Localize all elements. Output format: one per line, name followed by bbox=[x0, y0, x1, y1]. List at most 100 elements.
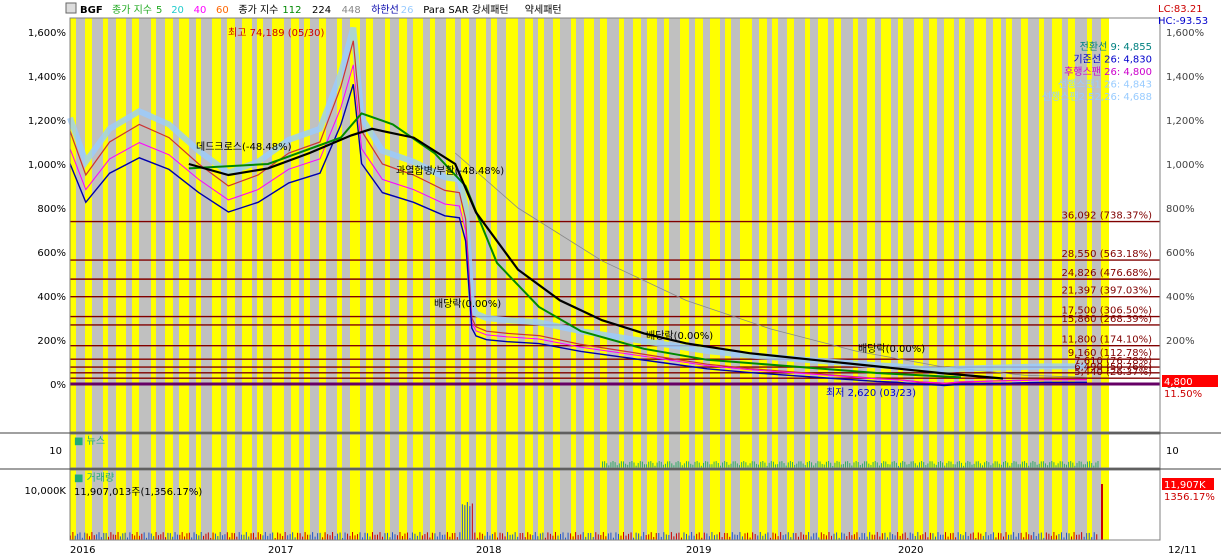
volume-bar bbox=[696, 533, 698, 540]
news-bar bbox=[975, 461, 977, 468]
volume-bar bbox=[663, 532, 665, 540]
volume-bar bbox=[461, 504, 463, 540]
volume-bar bbox=[914, 535, 916, 540]
volume-bar bbox=[952, 532, 954, 540]
news-bar bbox=[1024, 461, 1025, 468]
volume-bar bbox=[678, 532, 680, 540]
volume-bar bbox=[250, 533, 252, 540]
news-bar bbox=[610, 462, 612, 468]
volume-bar bbox=[752, 532, 754, 540]
ichimoku-readout: 선행스팬1 26: 4,843 bbox=[1058, 79, 1152, 91]
volume-bar bbox=[372, 532, 373, 540]
volume-bar bbox=[547, 532, 549, 540]
volume-bar bbox=[491, 533, 493, 540]
volume-bar bbox=[86, 533, 88, 540]
volume-bar bbox=[731, 532, 733, 540]
volume-bar bbox=[648, 534, 650, 540]
volume-bar bbox=[650, 532, 652, 540]
y-tick-label-left: 0% bbox=[50, 380, 66, 391]
news-bar bbox=[709, 464, 711, 468]
news-bar bbox=[853, 462, 855, 468]
news-bar bbox=[705, 461, 707, 468]
news-bar bbox=[800, 461, 802, 468]
volume-bar bbox=[169, 533, 171, 540]
volume-bar bbox=[575, 532, 577, 540]
volume-bar bbox=[367, 533, 369, 540]
news-bar bbox=[1045, 463, 1046, 468]
volume-bar bbox=[726, 533, 728, 540]
high-annotation: 최고 74,189 (05/30) bbox=[228, 27, 324, 39]
news-bar bbox=[1087, 461, 1088, 468]
volume-bar bbox=[864, 533, 866, 540]
news-bar bbox=[1015, 461, 1017, 468]
news-bar bbox=[745, 462, 747, 468]
volume-bar bbox=[357, 534, 359, 540]
volume-bar bbox=[570, 533, 572, 540]
volume-bar bbox=[386, 532, 388, 540]
volume-bar bbox=[514, 532, 516, 540]
volume-bar bbox=[257, 532, 259, 540]
volume-bar bbox=[153, 536, 155, 540]
volume-bar bbox=[617, 533, 619, 540]
volume-bar bbox=[379, 532, 381, 540]
volume-bar bbox=[940, 534, 941, 540]
news-bar bbox=[646, 464, 648, 468]
volume-bar bbox=[630, 532, 632, 540]
volume-bar bbox=[314, 536, 316, 540]
volume-bar bbox=[134, 535, 136, 540]
news-bar bbox=[722, 462, 724, 468]
y-tick-label-left: 600% bbox=[37, 248, 66, 259]
news-bar bbox=[998, 463, 1000, 468]
volume-bar bbox=[1078, 534, 1080, 540]
stock-chart[interactable]: 1,600% 1,600% 1,400% 1,400% 1,200% 1,200% 1,00… bbox=[0, 0, 1221, 559]
news-bar bbox=[612, 461, 614, 468]
news-bar bbox=[815, 463, 817, 468]
x-tick-label: 2019 bbox=[686, 545, 711, 556]
news-bar bbox=[910, 461, 912, 468]
volume-bar bbox=[1020, 532, 1022, 540]
news-bar bbox=[1097, 461, 1099, 468]
volume-bar bbox=[741, 536, 743, 540]
volume-bar bbox=[193, 532, 195, 540]
volume-bar bbox=[1073, 532, 1075, 540]
volume-bar bbox=[874, 534, 876, 540]
news-bar bbox=[671, 463, 673, 468]
volume-bar bbox=[879, 536, 881, 540]
gap-annotation: 과열합병/부활(-48.48%) bbox=[396, 164, 504, 177]
volume-bar bbox=[686, 533, 687, 540]
volume-bar bbox=[640, 536, 642, 540]
volume-bar bbox=[836, 532, 838, 540]
volume-bar bbox=[181, 532, 183, 540]
news-bar bbox=[891, 461, 893, 468]
volume-bar bbox=[734, 534, 736, 540]
news-bar bbox=[667, 461, 669, 468]
news-bar bbox=[730, 463, 732, 468]
news-bar bbox=[836, 461, 838, 468]
news-bar bbox=[1068, 461, 1070, 468]
volume-bar bbox=[214, 533, 216, 540]
volume-bar bbox=[504, 536, 506, 540]
news-bar bbox=[606, 463, 608, 468]
volume-bar bbox=[359, 532, 361, 540]
volume-bar bbox=[828, 532, 830, 540]
news-bar bbox=[650, 461, 652, 468]
volume-bar bbox=[122, 533, 124, 540]
news-bar bbox=[994, 461, 996, 468]
news-bar bbox=[604, 461, 606, 468]
volume-bar bbox=[1010, 534, 1012, 540]
volume-bar bbox=[304, 532, 306, 540]
volume-bar bbox=[434, 533, 436, 540]
volume-bar bbox=[982, 535, 984, 540]
volume-bar bbox=[527, 532, 529, 540]
news-bar bbox=[1003, 461, 1004, 468]
news-bar bbox=[1040, 461, 1042, 468]
volume-bar bbox=[625, 535, 627, 540]
volume-bar bbox=[719, 532, 721, 540]
volume-bar bbox=[1038, 533, 1040, 540]
volume-bar bbox=[871, 534, 873, 540]
volume-bar bbox=[1076, 534, 1078, 540]
volume-bar bbox=[711, 532, 713, 540]
news-bar bbox=[864, 461, 866, 468]
dividend-annotation: 배당락(0.00%) bbox=[434, 298, 501, 310]
volume-bar bbox=[297, 532, 299, 540]
